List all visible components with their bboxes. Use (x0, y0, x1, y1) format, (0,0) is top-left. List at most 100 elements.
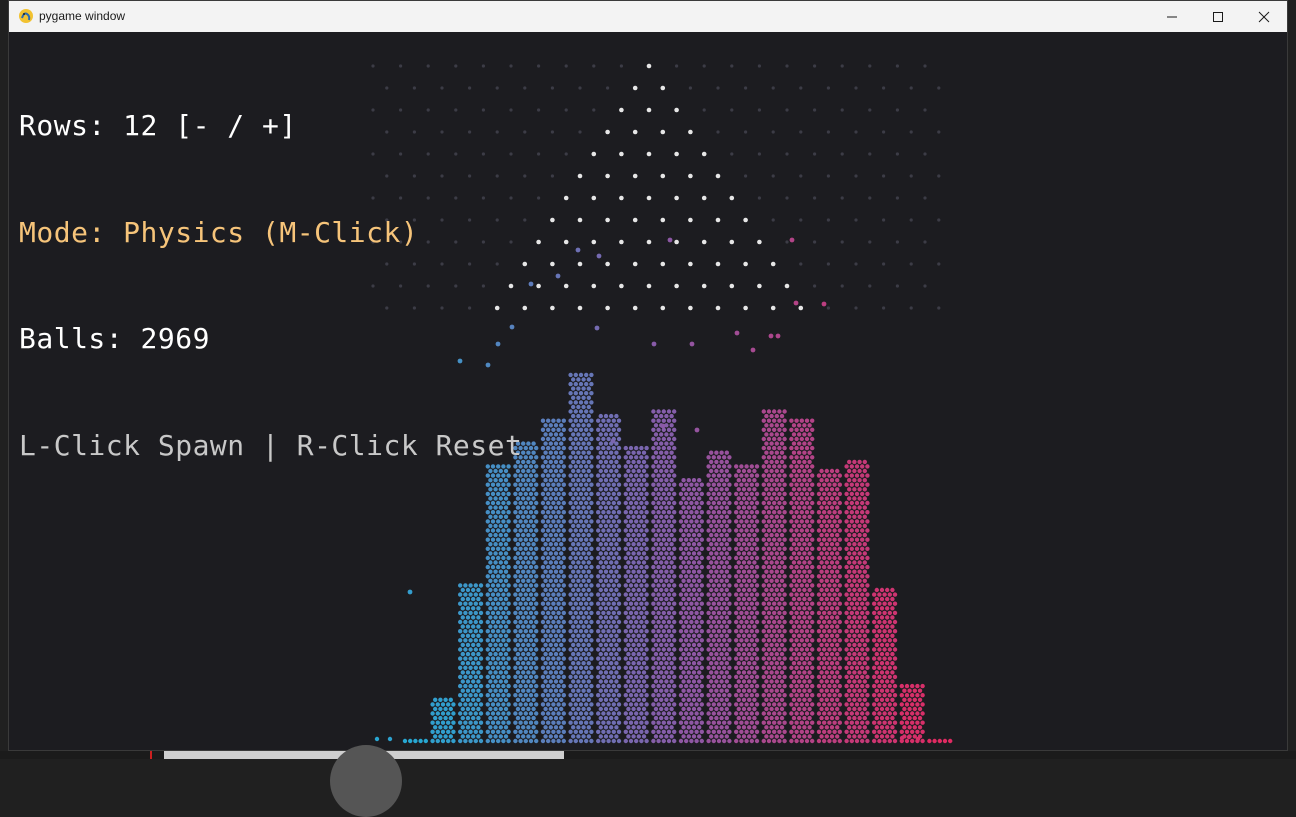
ball (872, 610, 877, 616)
ball (490, 583, 496, 588)
ball (789, 537, 794, 542)
ball (744, 619, 749, 625)
ball (603, 679, 609, 684)
ball (493, 642, 498, 648)
ball (684, 702, 689, 707)
ball (684, 693, 689, 698)
ball (772, 519, 777, 524)
ball (689, 491, 694, 497)
ball (865, 629, 870, 634)
ball (797, 734, 802, 739)
ball (852, 505, 857, 510)
ball (653, 697, 659, 702)
ball (463, 610, 468, 616)
ball (559, 487, 564, 492)
maximize-button[interactable] (1195, 1, 1241, 32)
ball (799, 482, 804, 487)
ball (661, 592, 666, 597)
ball (666, 601, 672, 606)
ball (829, 661, 835, 666)
close-button[interactable] (1241, 1, 1287, 32)
ball (736, 487, 741, 492)
ball (644, 720, 649, 725)
ball (865, 601, 870, 606)
ball (561, 601, 566, 606)
ball (764, 615, 769, 620)
ball (754, 702, 760, 707)
ball (503, 578, 509, 583)
ball (578, 445, 584, 451)
ball (546, 436, 551, 442)
ball (543, 596, 548, 602)
ball (586, 441, 591, 446)
ball (526, 715, 531, 721)
ball (578, 583, 584, 588)
ball (877, 638, 882, 643)
ball (852, 523, 857, 529)
ball (518, 601, 523, 606)
ball (672, 537, 677, 542)
ball (598, 560, 603, 565)
ball (584, 583, 589, 588)
peg-dim (716, 130, 720, 134)
ball (473, 711, 478, 716)
ball (691, 560, 697, 565)
peg-dim (826, 306, 831, 310)
ball (666, 473, 672, 478)
ball (596, 436, 601, 442)
ball (835, 606, 840, 611)
ball (578, 546, 584, 551)
ball (478, 693, 484, 698)
ball (849, 702, 854, 707)
ball (656, 711, 661, 716)
ball (852, 697, 857, 702)
ball (689, 601, 694, 606)
ball (518, 711, 523, 716)
ball (531, 697, 536, 702)
ball (829, 670, 835, 675)
ball (847, 551, 852, 556)
ball (694, 665, 699, 670)
ball (653, 596, 659, 602)
ball (779, 569, 785, 574)
ball (719, 715, 724, 721)
peg-dim (813, 240, 817, 244)
ball (498, 688, 503, 693)
ball (513, 647, 518, 652)
ball (586, 596, 591, 602)
title-bar[interactable]: pygame window (9, 1, 1287, 32)
ball (458, 583, 463, 588)
game-canvas[interactable]: Rows: 12 [- / +] Mode: Physics (M-Click)… (9, 32, 1287, 750)
ball (719, 551, 724, 556)
minimize-button[interactable] (1149, 1, 1195, 32)
ball (644, 665, 649, 670)
ball (736, 560, 741, 565)
ball (774, 542, 779, 547)
ball (586, 459, 591, 465)
ball (752, 688, 757, 693)
ball (769, 633, 774, 638)
ball (581, 587, 586, 593)
ball (752, 532, 757, 538)
ball (626, 505, 631, 510)
ball (709, 578, 714, 583)
ball (616, 638, 622, 643)
ball (506, 537, 511, 542)
ball (639, 564, 644, 570)
ball (523, 574, 528, 579)
ball (847, 697, 852, 702)
ball (789, 491, 794, 497)
ball (714, 450, 719, 455)
ball (761, 738, 766, 744)
ball (556, 436, 561, 442)
ball (734, 528, 739, 533)
ball (471, 642, 476, 648)
ball (518, 656, 523, 661)
peg-dim (744, 86, 748, 90)
ball (598, 606, 603, 611)
ball (827, 729, 832, 734)
ball (526, 569, 531, 574)
ball (598, 706, 603, 712)
ball (435, 711, 440, 716)
ball (465, 615, 471, 620)
